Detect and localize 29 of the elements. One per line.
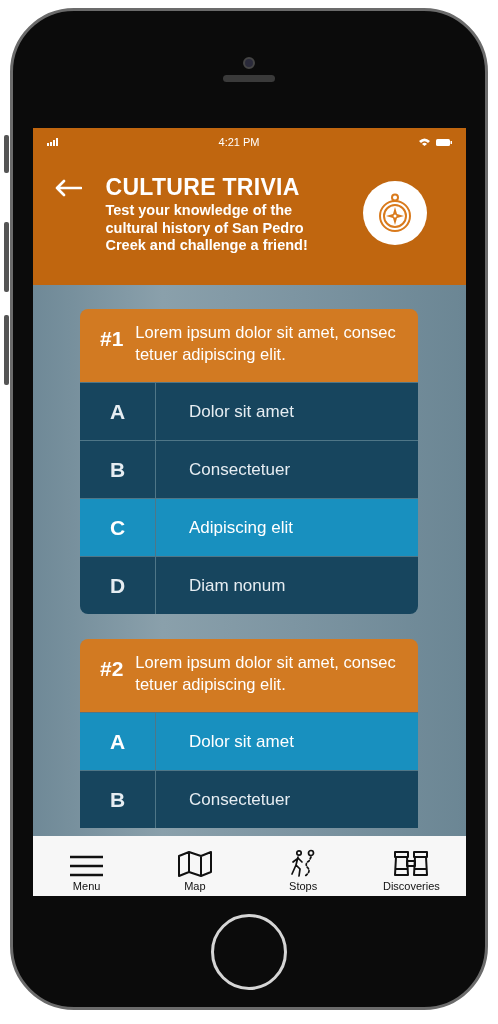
- question-text: Lorem ipsum dolor sit amet, consec tetuer adipiscing elit.: [135, 652, 397, 695]
- home-button[interactable]: [211, 914, 287, 990]
- screen-title: CULTURE TRIVIA: [105, 173, 301, 201]
- answer-option[interactable]: A Dolor sit amet: [80, 382, 418, 440]
- tab-button[interactable]: Stops: [253, 836, 354, 896]
- answer-option[interactable]: B Consectetuer: [80, 770, 418, 828]
- answer-option[interactable]: A Dolor sit amet: [80, 712, 418, 770]
- wifi-icon: [418, 138, 430, 146]
- battery-icon: [435, 138, 452, 146]
- hiker-path-icon: [290, 849, 317, 877]
- binoculars-icon: [393, 851, 430, 877]
- status-time: 4:21 PM: [218, 136, 260, 148]
- question-number: #1: [100, 327, 124, 351]
- question-number: #2: [100, 657, 124, 681]
- screen-subtitle: Test your knowledge of the cultural history of San Pedro Creek and challenge a friend!: [105, 202, 309, 255]
- speaker-grille: [223, 75, 275, 82]
- tab-button[interactable]: Menu: [36, 836, 137, 896]
- tab-button[interactable]: Map: [144, 836, 245, 896]
- answer-option[interactable]: B Consectetuer: [80, 440, 418, 498]
- signal-icon: [46, 138, 60, 146]
- back-arrow-icon[interactable]: [53, 179, 82, 197]
- camera-lens: [243, 57, 255, 69]
- menu-icon: [70, 855, 104, 877]
- folded-map-icon: [176, 851, 213, 877]
- tab-button[interactable]: Discoveries: [361, 836, 462, 896]
- question-text: Lorem ipsum dolor sit amet, consec tetuer adipiscing elit.: [135, 322, 397, 365]
- answer-option[interactable]: C Adipiscing elit: [80, 498, 418, 556]
- compass-icon: [376, 193, 413, 233]
- answer-option[interactable]: D Diam nonum: [80, 556, 418, 614]
